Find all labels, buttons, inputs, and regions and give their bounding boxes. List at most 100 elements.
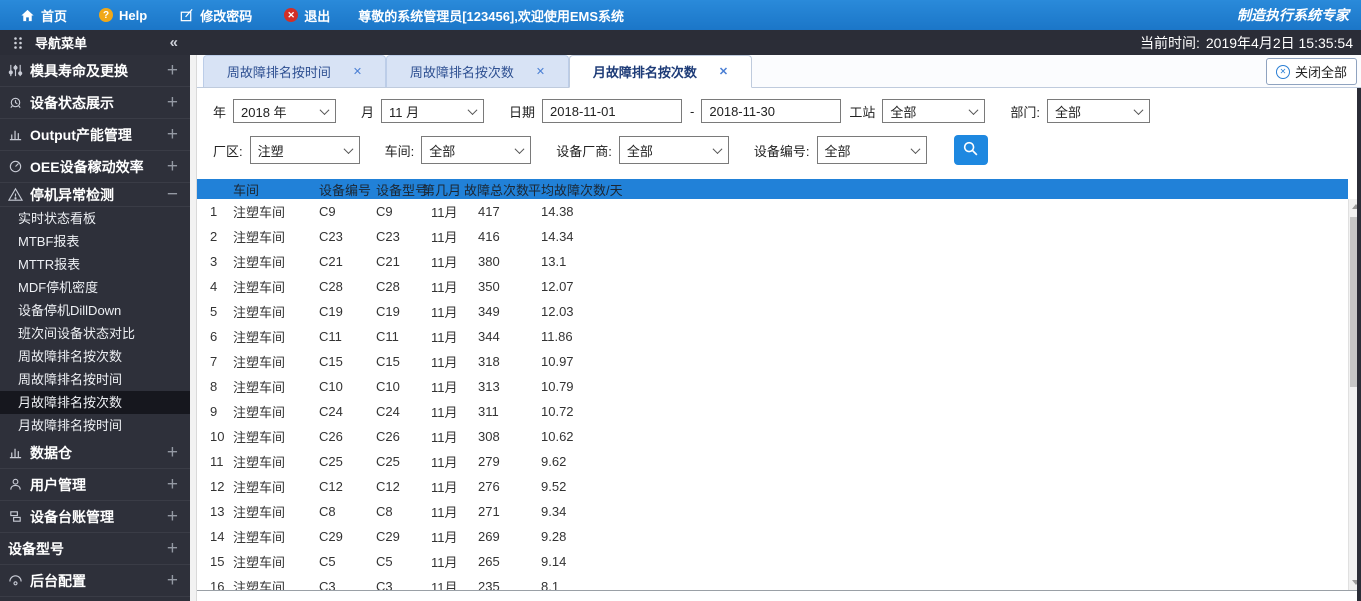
sidebar-group-设备状态展示[interactable]: 设备状态展示 + <box>0 87 190 119</box>
sidebar-item-周故障排名按次数[interactable]: 周故障排名按次数 <box>0 345 190 368</box>
expand-plus-icon[interactable]: + <box>167 507 178 526</box>
sidebar-item-MDF停机密度[interactable]: MDF停机密度 <box>0 276 190 299</box>
sidebar-item-MTBF报表[interactable]: MTBF报表 <box>0 230 190 253</box>
expand-plus-icon[interactable]: + <box>167 93 178 112</box>
date-end-input[interactable]: 2018-11-30 <box>701 99 842 123</box>
chevron-down-icon <box>910 143 920 154</box>
month-select[interactable]: 11 月 <box>381 99 485 123</box>
plant-area-value: 注塑 <box>257 143 284 159</box>
sidebar-splitter[interactable] <box>190 55 197 601</box>
sidebar-item-实时状态看板[interactable]: 实时状态看板 <box>0 207 190 230</box>
expand-plus-icon[interactable]: + <box>167 157 178 176</box>
sidebar-group-OEE设备稼动效率[interactable]: OEE设备稼动效率 + <box>0 151 190 183</box>
sliders-icon <box>8 63 30 79</box>
cell-index: 10 <box>210 429 225 444</box>
cell-车间: 注塑车间 <box>233 280 286 295</box>
sidebar-collapse-icon[interactable]: « <box>170 34 178 51</box>
sidebar-group-后台配置[interactable]: 后台配置 + <box>0 565 190 597</box>
cell-平均故障次数/天: 9.14 <box>541 554 567 569</box>
workshop-value: 全部 <box>429 143 456 159</box>
table-row: 6 注塑车间 C11 C11 11月 344 11.86 <box>197 324 1348 349</box>
sidebar-group-用户管理[interactable]: 用户管理 + <box>0 469 190 501</box>
sidebar-group-模具寿命及更换[interactable]: 模具寿命及更换 + <box>0 55 190 87</box>
chevron-down-icon <box>968 104 979 115</box>
sidebar-group-Output产能管理[interactable]: Output产能管理 + <box>0 119 190 151</box>
sidebar-item-月故障排名按时间[interactable]: 月故障排名按时间 <box>0 414 190 437</box>
tab-周故障排名按次数[interactable]: 周故障排名按次数 ✕ <box>386 55 569 87</box>
cell-设备编号: C12 <box>319 479 343 494</box>
logout-button[interactable]: ✕ 退出 <box>284 6 330 25</box>
table-row: 12 注塑车间 C12 C12 11月 276 9.52 <box>197 474 1348 499</box>
table-row: 16 注塑车间 C3 C3 11月 235 8.1 <box>197 574 1348 591</box>
expand-plus-icon[interactable]: + <box>167 475 178 494</box>
cell-设备型号: C28 <box>376 279 400 294</box>
sidebar-item-MTTR报表[interactable]: MTTR报表 <box>0 253 190 276</box>
cell-故障总次数: 350 <box>478 279 500 294</box>
cell-第几月: 11月 <box>431 355 458 370</box>
menu-dots-icon <box>10 35 25 50</box>
cell-故障总次数: 235 <box>478 579 500 591</box>
tab-close-icon[interactable]: ✕ <box>536 65 545 78</box>
cell-故障总次数: 416 <box>478 229 500 244</box>
current-time-label: 当前时间: <box>1140 34 1200 51</box>
magnifier-icon <box>962 140 979 160</box>
cell-平均故障次数/天: 8.1 <box>541 579 560 591</box>
help-button[interactable]: ? Help <box>99 8 147 23</box>
department-select[interactable]: 全部 <box>1047 99 1151 123</box>
help-icon: ? <box>99 8 114 22</box>
home-button[interactable]: 首页 <box>20 6 67 25</box>
sidebar-item-设备停机DillDown[interactable]: 设备停机DillDown <box>0 299 190 322</box>
tab-close-icon[interactable]: ✕ <box>353 65 362 78</box>
expand-plus-icon[interactable]: + <box>167 443 178 462</box>
cell-故障总次数: 311 <box>478 404 499 419</box>
collapse-minus-icon[interactable]: − <box>167 185 178 204</box>
sidebar-group-label: 后台配置 <box>30 572 86 589</box>
change-password-button[interactable]: 修改密码 <box>179 6 252 25</box>
station-select[interactable]: 全部 <box>882 99 986 123</box>
tab-label: 周故障排名按时间 <box>226 65 331 80</box>
plant-area-select[interactable]: 注塑 <box>249 136 360 164</box>
expand-plus-icon[interactable]: + <box>167 61 178 80</box>
chevron-down-icon <box>319 104 330 115</box>
cell-index: 16 <box>210 579 225 591</box>
bar-chart-icon <box>8 445 30 461</box>
current-time: 当前时间: 2019年4月2日 15:35:54 <box>190 30 1361 55</box>
cell-平均故障次数/天: 10.62 <box>541 429 574 444</box>
expand-plus-icon[interactable]: + <box>167 125 178 144</box>
tab-周故障排名按时间[interactable]: 周故障排名按时间 ✕ <box>203 55 386 87</box>
sidebar-item-班次间设备状态对比[interactable]: 班次间设备状态对比 <box>0 322 190 345</box>
table-row: 13 注塑车间 C8 C8 11月 271 9.34 <box>197 499 1348 524</box>
month-label: 月 <box>361 104 375 120</box>
right-edge-strip <box>1357 88 1361 601</box>
close-all-tabs-button[interactable]: ✕ 关闭全部 <box>1265 58 1357 85</box>
cell-设备型号: C5 <box>376 554 393 569</box>
sidebar-group-label: 停机异常检测 <box>30 186 114 203</box>
sidebar-group-设备型号[interactable]: 设备型号 + <box>0 533 190 565</box>
sidebar-item-月故障排名按次数[interactable]: 月故障排名按次数 <box>0 391 190 414</box>
date-start-input[interactable]: 2018-11-01 <box>542 99 683 123</box>
cell-index: 8 <box>210 379 218 394</box>
sidebar-group-数据仓[interactable]: 数据仓 + <box>0 437 190 469</box>
cell-设备编号: C23 <box>319 229 343 244</box>
tab-月故障排名按次数[interactable]: 月故障排名按次数 ✕ <box>569 55 752 88</box>
expand-plus-icon[interactable]: + <box>167 539 178 558</box>
year-select[interactable]: 2018 年 <box>233 99 337 123</box>
cell-车间: 注塑车间 <box>233 530 286 545</box>
workshop-select[interactable]: 全部 <box>421 136 532 164</box>
sidebar-group-设备台账管理[interactable]: 设备台账管理 + <box>0 501 190 533</box>
logout-label: 退出 <box>304 8 331 24</box>
sidebar-group-停机异常检测[interactable]: 停机异常检测 − <box>0 183 190 207</box>
tab-close-icon[interactable]: ✕ <box>719 65 728 78</box>
sidebar-item-周故障排名按时间[interactable]: 周故障排名按时间 <box>0 368 190 391</box>
cell-设备型号: C21 <box>376 254 400 269</box>
cell-车间: 注塑车间 <box>233 555 286 570</box>
cell-设备型号: C26 <box>376 429 400 444</box>
cell-设备编号: C5 <box>319 554 336 569</box>
date-start-filter: 日期 2018-11-01 <box>509 99 683 123</box>
device-id-select[interactable]: 全部 <box>816 136 927 164</box>
cell-平均故障次数/天: 13.1 <box>541 254 567 269</box>
search-button[interactable] <box>953 135 988 165</box>
cell-设备型号: C19 <box>376 304 400 319</box>
expand-plus-icon[interactable]: + <box>167 571 178 590</box>
vendor-select[interactable]: 全部 <box>618 136 729 164</box>
